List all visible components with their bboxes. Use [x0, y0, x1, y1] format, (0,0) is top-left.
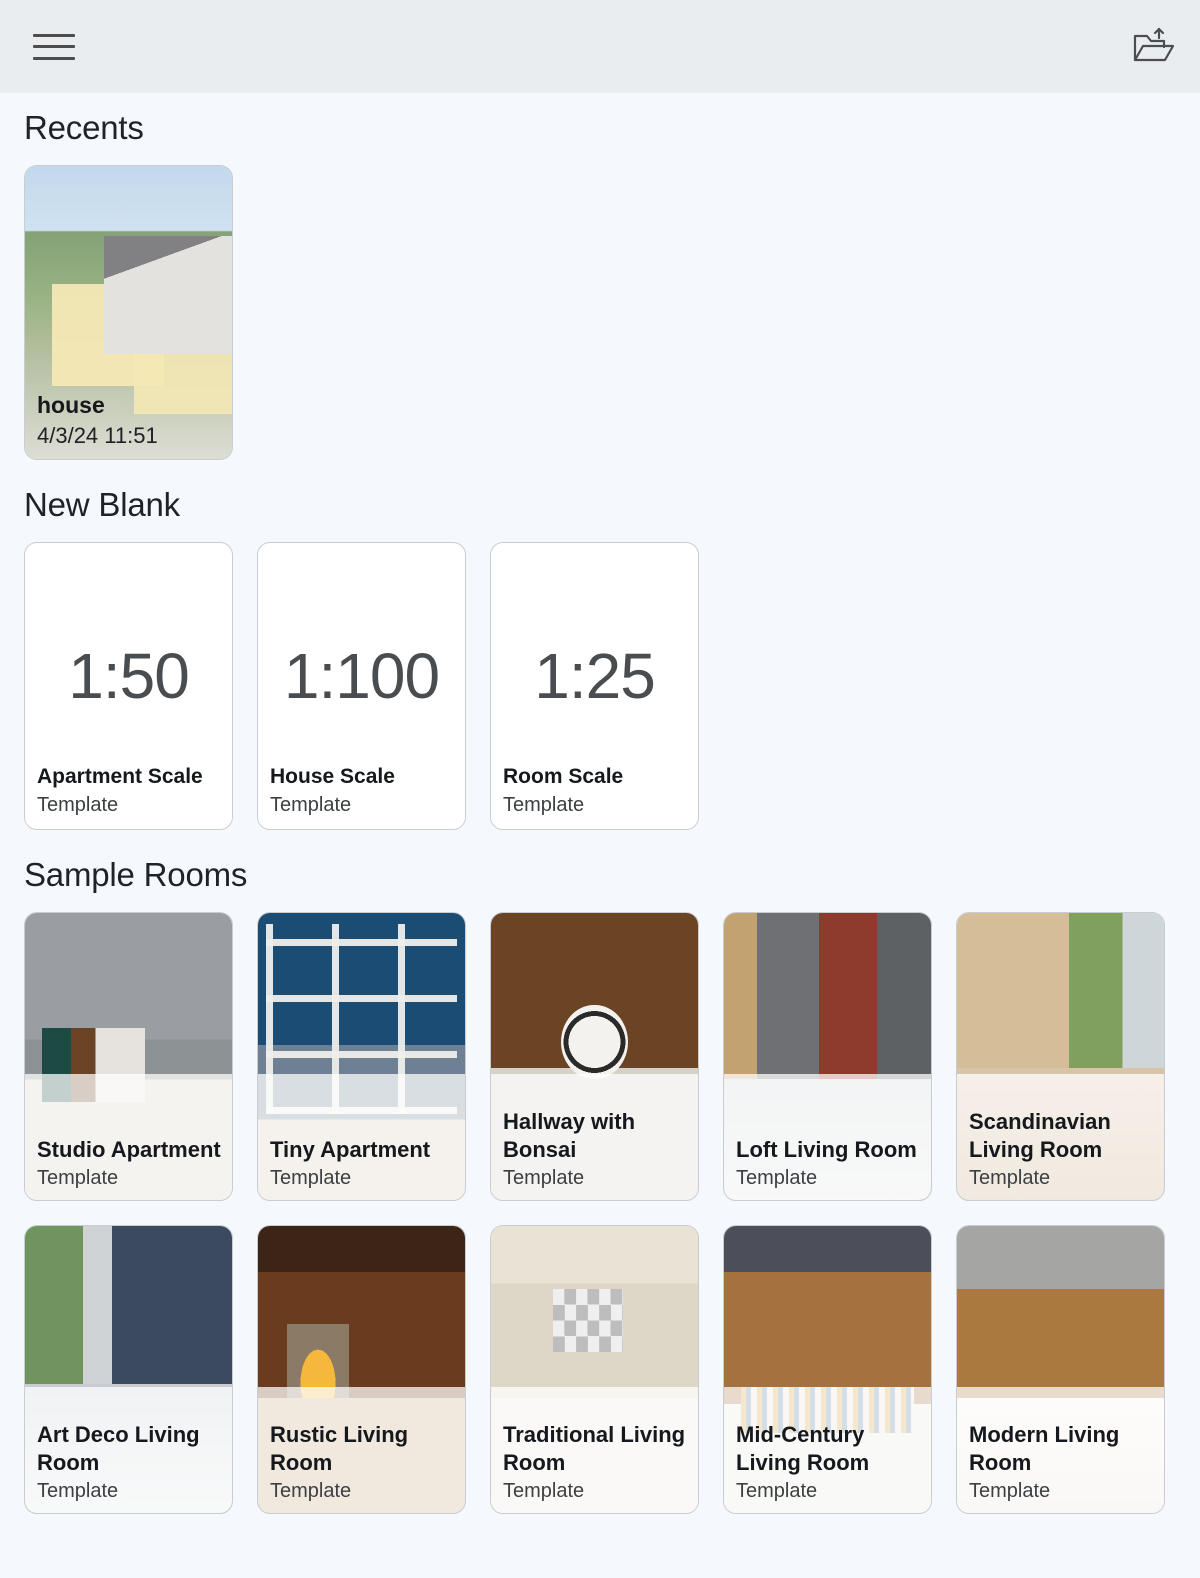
room-subtitle: Template — [969, 1167, 1051, 1189]
section-title-recents: Recents — [24, 109, 144, 146]
template-subtitle: Template — [270, 794, 352, 816]
sample-room-card-modern-living-room[interactable]: Modern Living Room Template — [956, 1225, 1165, 1514]
room-subtitle: Template — [736, 1480, 818, 1502]
sample-room-card-traditional-living-room[interactable]: Traditional Living Room Template — [490, 1225, 699, 1514]
card-labels: House Scale Template — [270, 764, 455, 817]
card-labels: Hallway with Bonsai Template — [503, 1108, 688, 1190]
section-title-new-blank: New Blank — [24, 486, 180, 523]
room-subtitle: Template — [37, 1167, 119, 1189]
room-title: Scandinavian Living Room — [969, 1109, 1111, 1162]
card-labels: Room Scale Template — [503, 764, 688, 817]
sample-room-card-studio-apartment[interactable]: Studio Apartment Template — [24, 912, 233, 1201]
sample-rooms-row-1: Studio Apartment Template Tiny Apartment… — [24, 912, 1176, 1201]
room-subtitle: Template — [736, 1167, 818, 1189]
room-subtitle: Template — [37, 1480, 119, 1502]
room-title: Hallway with Bonsai — [503, 1109, 636, 1162]
open-folder-upload-icon[interactable] — [1131, 25, 1175, 69]
room-subtitle: Template — [270, 1167, 352, 1189]
recent-card-labels: house 4/3/24 11:51 — [37, 391, 222, 449]
new-blank-card-house-scale[interactable]: 1:100 House Scale Template — [257, 542, 466, 830]
hamburger-line — [33, 45, 75, 48]
room-title: Rustic Living Room — [270, 1422, 409, 1475]
card-labels: Loft Living Room Template — [736, 1136, 921, 1190]
scale-ratio-label: 1:100 — [283, 640, 440, 712]
sample-room-card-mid-century-living-room[interactable]: Mid-Century Living Room Template — [723, 1225, 932, 1514]
room-title: Art Deco Living Room — [37, 1422, 200, 1475]
hamburger-menu-icon[interactable] — [33, 30, 75, 64]
top-app-bar — [0, 0, 1200, 93]
room-title: Traditional Living Room — [503, 1422, 686, 1475]
recent-project-card[interactable]: house 4/3/24 11:51 — [24, 165, 233, 460]
open-folder-svg — [1133, 27, 1175, 61]
card-labels: Art Deco Living Room Template — [37, 1421, 222, 1503]
scale-ratio-label: 1:25 — [534, 640, 656, 712]
card-labels: Rustic Living Room Template — [270, 1421, 455, 1503]
room-title: Mid-Century Living Room — [736, 1422, 870, 1475]
card-labels: Traditional Living Room Template — [503, 1421, 688, 1503]
recents-row: house 4/3/24 11:51 — [24, 165, 1176, 460]
card-labels: Modern Living Room Template — [969, 1421, 1154, 1503]
sample-rooms-row-2: Art Deco Living Room Template Rustic Liv… — [24, 1225, 1176, 1514]
sample-room-card-loft-living-room[interactable]: Loft Living Room Template — [723, 912, 932, 1201]
hamburger-line — [33, 33, 75, 37]
room-subtitle: Template — [503, 1480, 585, 1502]
project-name: house — [37, 392, 105, 419]
section-title-sample-rooms: Sample Rooms — [24, 856, 248, 893]
new-blank-row: 1:50 Apartment Scale Template 1:100 Hous… — [24, 542, 1176, 830]
sample-room-card-scandinavian-living-room[interactable]: Scandinavian Living Room Template — [956, 912, 1165, 1201]
project-timestamp: 4/3/24 11:51 — [37, 422, 158, 448]
room-title: Loft Living Room — [736, 1136, 917, 1162]
card-labels: Studio Apartment Template — [37, 1136, 222, 1190]
room-title: Modern Living Room — [969, 1422, 1120, 1475]
room-title: Tiny Apartment — [270, 1136, 431, 1162]
template-title: Apartment Scale — [37, 764, 203, 788]
page-content: Recents house 4/3/24 11:51 New Blank 1:5… — [0, 109, 1200, 1514]
template-title: House Scale — [270, 764, 395, 788]
sample-room-card-art-deco-living-room[interactable]: Art Deco Living Room Template — [24, 1225, 233, 1514]
card-labels: Scandinavian Living Room Template — [969, 1108, 1154, 1190]
new-blank-card-room-scale[interactable]: 1:25 Room Scale Template — [490, 542, 699, 830]
card-labels: Mid-Century Living Room Template — [736, 1421, 921, 1503]
room-subtitle: Template — [503, 1167, 585, 1189]
template-subtitle: Template — [503, 794, 585, 816]
sample-room-card-hallway-with-bonsai[interactable]: Hallway with Bonsai Template — [490, 912, 699, 1201]
room-title: Studio Apartment — [37, 1136, 221, 1162]
hamburger-line — [33, 56, 75, 60]
template-title: Room Scale — [503, 764, 624, 788]
sample-room-card-rustic-living-room[interactable]: Rustic Living Room Template — [257, 1225, 466, 1514]
sample-room-card-tiny-apartment[interactable]: Tiny Apartment Template — [257, 912, 466, 1201]
card-labels: Apartment Scale Template — [37, 764, 222, 817]
room-subtitle: Template — [969, 1480, 1051, 1502]
scale-ratio-label: 1:50 — [68, 640, 190, 712]
new-blank-card-apartment-scale[interactable]: 1:50 Apartment Scale Template — [24, 542, 233, 830]
room-subtitle: Template — [270, 1480, 352, 1502]
template-subtitle: Template — [37, 794, 119, 816]
card-labels: Tiny Apartment Template — [270, 1136, 455, 1190]
